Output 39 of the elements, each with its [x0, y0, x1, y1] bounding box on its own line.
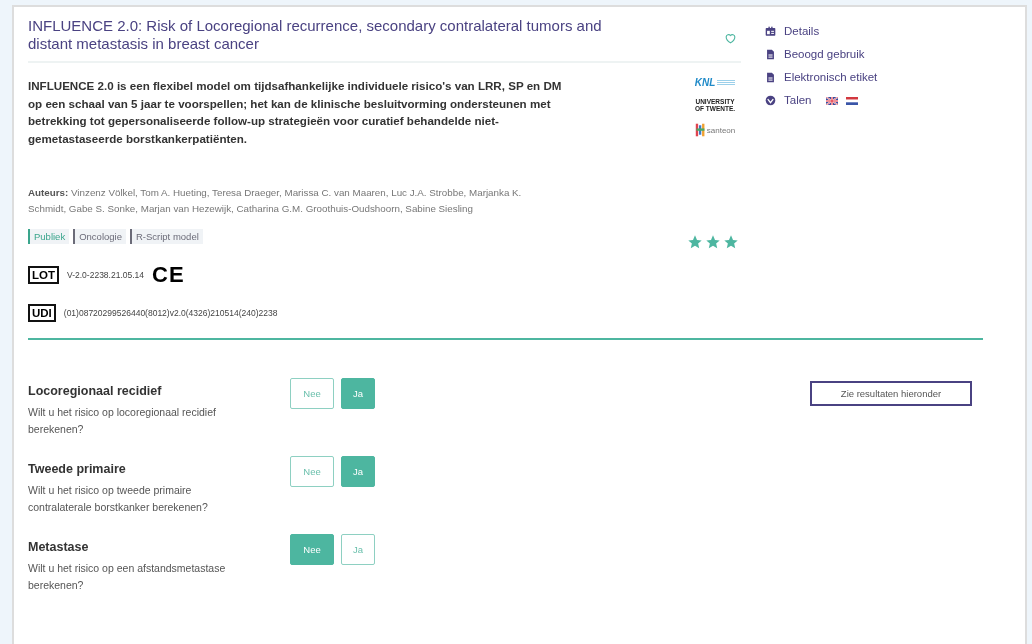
tag: Oncologie	[73, 229, 126, 244]
ce-mark: CE	[152, 264, 185, 286]
model-title: INFLUENCE 2.0: Risk of Locoregional recurrence, secondary contralateral tumors and distant metastasis in breast cancer	[28, 17, 603, 53]
lot-symbol: LOT	[28, 266, 59, 284]
question-text: Wilt u het risico op locoregionaal recidief berekenen?	[28, 405, 217, 437]
option-button[interactable]: Nee	[290, 534, 334, 565]
santeon-logo: santeon	[694, 122, 736, 138]
authors-text: Auteurs: Vinzenz Völkel, Tom A. Hueting, Teresa Draeger, Marissa C. van Maaren, Luc J.A. Strobbe, Marjanka K. Schmidt, Gabe S. Sonke, Marjan van Hezewijk, Catharina G.M. Groothuis-Oudshoorn, Sabine Siesling	[28, 186, 523, 216]
option-button[interactable]: Nee	[290, 378, 334, 409]
globe-icon	[765, 95, 776, 106]
question-title: Metastase	[28, 540, 90, 554]
sidebar-link[interactable]: Details	[784, 23, 820, 40]
knl-logo: KNL	[694, 77, 736, 88]
question-title: Tweede primaire	[28, 462, 127, 476]
lot-number: V-2.0-2238.21.05.14	[67, 270, 145, 280]
star-icon	[687, 234, 703, 250]
udi-code: (01)08720299526440(8012)v2.0(4326)210514(240)2238	[63, 308, 278, 318]
star-icon	[723, 234, 739, 250]
option-button[interactable]: Ja	[341, 378, 375, 409]
udi-symbol: UDI	[28, 304, 56, 322]
document-icon	[765, 49, 776, 60]
tag: R-Script model	[129, 229, 203, 244]
document-icon	[765, 72, 776, 83]
flag-icon[interactable]	[825, 96, 838, 105]
sidebar-link[interactable]: Elektronisch etiket	[784, 69, 878, 86]
results-button[interactable]: Zie resultaten hieronder	[810, 381, 972, 406]
description: INFLUENCE 2.0 is een flexibel model om tijdsafhankelijke individuele risico's van LRR, SP en DM op een schaal van 5 jaar te voorspellen; het kan de klinische besluitvorming ondersteunen met betrekking tot gepersonaliseerde follow-up strategieën voor curatief behandelde niet-gemetastaseerde borstkankerpatiënten.	[28, 78, 563, 147]
sidebar-link[interactable]: Talen	[784, 92, 812, 109]
option-button[interactable]: Nee	[290, 456, 334, 487]
option-button[interactable]: Ja	[341, 534, 375, 565]
tag: Publiek	[28, 229, 70, 244]
option-button[interactable]: Ja	[341, 456, 375, 487]
question-text: Wilt u het risico op tweede primaire contralaterale borstkanker berekenen?	[28, 483, 209, 515]
flag-icon[interactable]	[845, 96, 858, 105]
sidebar-link[interactable]: Beoogd gebruik	[784, 46, 865, 63]
question-title: Locoregionaal recidief	[28, 384, 163, 398]
question-text: Wilt u het risico op een afstandsmetastase berekenen?	[28, 561, 227, 593]
id-card-icon	[765, 26, 776, 37]
star-icon	[705, 234, 721, 250]
